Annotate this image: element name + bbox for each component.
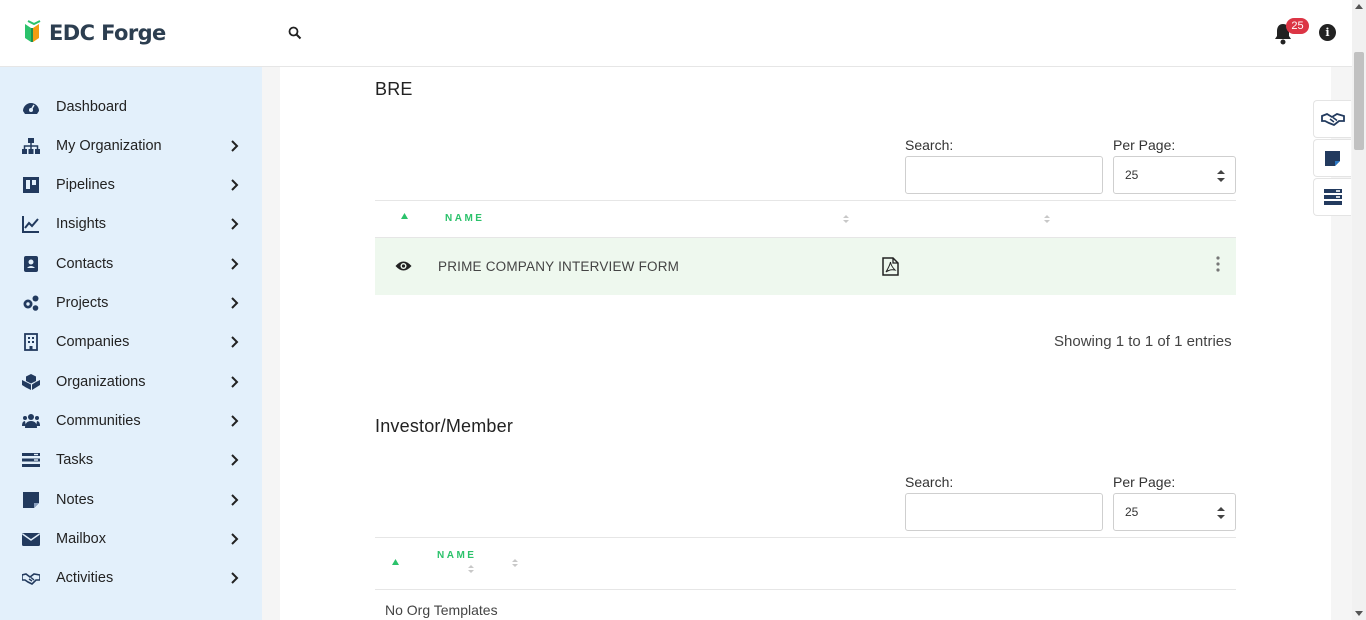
sidebar-item-notes[interactable]: Notes <box>0 480 262 519</box>
per-page-label: Per Page: <box>1113 137 1176 153</box>
pdf-file-icon[interactable] <box>882 257 899 276</box>
empty-table-message: No Org Templates <box>385 602 498 618</box>
sidebar-item-label: Projects <box>56 294 109 311</box>
sticky-note-icon <box>1325 150 1340 166</box>
sidebar-item-mailbox[interactable]: Mailbox <box>0 519 262 558</box>
chevron-right-icon <box>231 414 239 427</box>
app-name: EDC Forge <box>49 21 166 45</box>
search-label: Search: <box>905 474 954 490</box>
sidebar-item-label: Pipelines <box>56 176 115 193</box>
table-header: NAME <box>375 200 1236 238</box>
sidebar-item-label: Tasks <box>56 451 94 468</box>
address-book-icon <box>24 255 38 272</box>
sort-icon[interactable] <box>512 559 518 567</box>
sort-arrows-icon <box>1217 507 1225 519</box>
sidebar-item-organizations[interactable]: Organizations <box>0 362 262 401</box>
handshake-icon <box>1320 112 1345 127</box>
chevron-right-icon <box>231 453 239 466</box>
sticky-note-icon <box>23 491 39 508</box>
search-input[interactable] <box>905 493 1103 531</box>
sidebar-item-companies[interactable]: Companies <box>0 322 262 361</box>
sidebar-item-label: Dashboard <box>56 98 127 115</box>
sidebar-item-label: Companies <box>56 333 130 350</box>
content-gutter <box>262 67 280 620</box>
sidebar-item-activities[interactable]: Activities <box>0 558 262 597</box>
chevron-right-icon <box>231 493 239 506</box>
sidebar-item-label: Communities <box>56 412 141 429</box>
envelope-icon <box>22 532 40 546</box>
sidebar-item-dashboard[interactable]: Dashboard <box>0 87 262 126</box>
per-page-select[interactable]: 25 <box>1113 156 1236 194</box>
chevron-right-icon <box>231 571 239 584</box>
sidebar-item-communities[interactable]: Communities <box>0 401 262 440</box>
eye-icon[interactable] <box>395 260 412 272</box>
sidebar-item-label: Mailbox <box>56 530 106 547</box>
tasks-icon <box>22 452 40 467</box>
building-icon <box>24 332 38 351</box>
scrollbar-thumb[interactable] <box>1354 52 1364 150</box>
sidebar-item-tasks[interactable]: Tasks <box>0 440 262 479</box>
more-options-icon[interactable] <box>1216 256 1220 272</box>
note-quick-button[interactable] <box>1313 139 1351 177</box>
handshake-icon <box>22 572 40 585</box>
cubes-icon <box>22 373 40 390</box>
chevron-right-icon <box>231 296 239 309</box>
activity-quick-button[interactable] <box>1313 100 1351 138</box>
sort-asc-icon[interactable] <box>401 213 408 219</box>
sidebar-item-contacts[interactable]: Contacts <box>0 244 262 283</box>
per-page-select[interactable]: 25 <box>1113 493 1236 531</box>
column-header-name[interactable]: NAME <box>445 213 484 224</box>
table-header: NAME <box>375 537 1236 590</box>
chevron-right-icon <box>231 375 239 388</box>
chevron-right-icon <box>231 139 239 152</box>
sort-asc-icon[interactable] <box>392 559 399 565</box>
board-icon <box>23 176 39 193</box>
per-page-value: 25 <box>1125 505 1139 519</box>
chevron-right-icon <box>231 532 239 545</box>
sidebar-item-label: Insights <box>56 215 106 232</box>
sidebar-item-projects[interactable]: Projects <box>0 283 262 322</box>
chevron-right-icon <box>231 217 239 230</box>
scroll-up-arrow-icon[interactable] <box>1355 4 1363 9</box>
sidebar-item-label: Notes <box>56 491 94 508</box>
dashboard-icon <box>23 102 39 114</box>
template-name: PRIME COMPANY INTERVIEW FORM <box>438 259 680 274</box>
sort-icon[interactable] <box>843 215 849 223</box>
sitemap-icon <box>22 137 40 154</box>
sidebar-item-pipelines[interactable]: Pipelines <box>0 165 262 204</box>
sort-icon[interactable] <box>1044 215 1050 223</box>
users-icon <box>22 413 40 428</box>
sidebar-item-label: Organizations <box>56 373 146 390</box>
scroll-down-arrow-icon[interactable] <box>1355 611 1363 616</box>
sort-icon[interactable] <box>468 565 474 573</box>
logo-icon <box>25 20 41 42</box>
per-page-value: 25 <box>1125 168 1139 182</box>
table-info: Showing 1 to 1 of 1 entries <box>1054 333 1232 350</box>
per-page-label: Per Page: <box>1113 474 1176 490</box>
sidebar-item-my-organization[interactable]: My Organization <box>0 126 262 165</box>
chevron-right-icon <box>231 178 239 191</box>
chevron-right-icon <box>231 335 239 348</box>
sidebar-item-label: Contacts <box>56 255 114 272</box>
sidebar-item-insights[interactable]: Insights <box>0 204 262 243</box>
task-quick-button[interactable] <box>1313 178 1351 216</box>
notification-count-badge: 25 <box>1286 18 1309 34</box>
search-icon[interactable] <box>288 26 302 40</box>
chart-line-icon <box>22 215 39 233</box>
sidebar-item-label: Activities <box>56 569 114 586</box>
top-bar: EDC Forge 25 i <box>0 0 1352 67</box>
tasks-icon <box>1323 189 1342 205</box>
info-icon[interactable]: i <box>1319 24 1336 41</box>
sort-arrows-icon <box>1217 170 1225 182</box>
column-header-name[interactable]: NAME <box>437 550 476 561</box>
section-title: BRE <box>375 79 413 99</box>
table-row[interactable]: PRIME COMPANY INTERVIEW FORM <box>375 238 1236 295</box>
search-input[interactable] <box>905 156 1103 194</box>
sidebar-item-label: My Organization <box>56 137 162 154</box>
gears-icon <box>23 295 39 311</box>
search-label: Search: <box>905 137 954 153</box>
chevron-right-icon <box>231 257 239 270</box>
section-title: Investor/Member <box>375 416 514 436</box>
app-logo[interactable]: EDC Forge <box>23 20 166 46</box>
